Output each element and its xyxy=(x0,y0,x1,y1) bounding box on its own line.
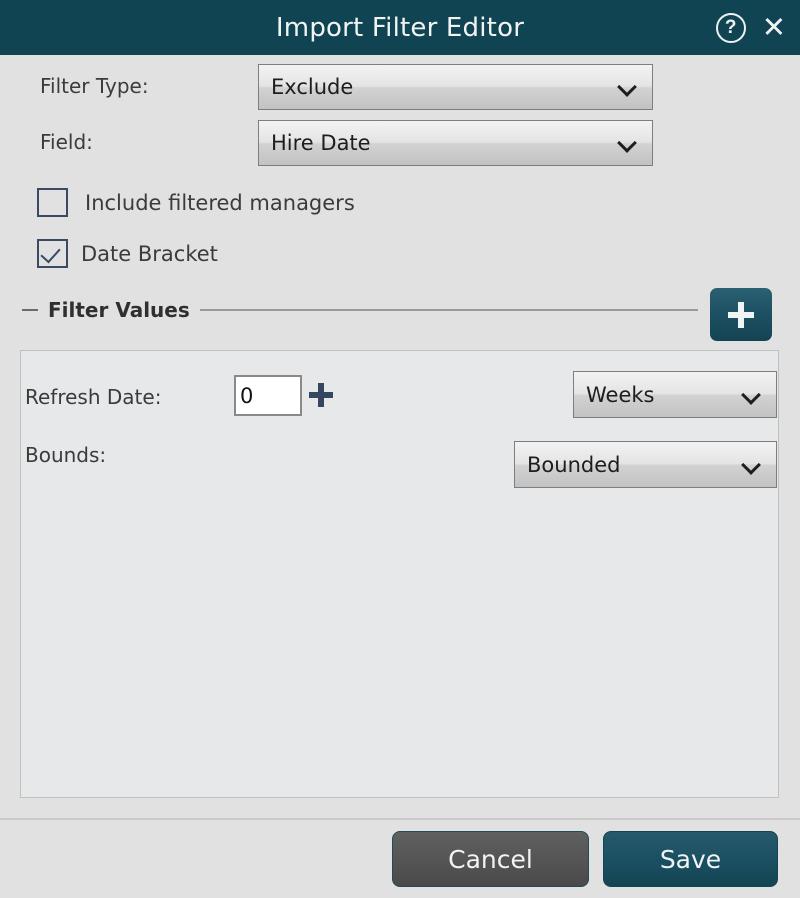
checkbox-box-unchecked-icon xyxy=(37,188,68,217)
bounds-label: Bounds: xyxy=(25,443,107,467)
include-filtered-managers-checkbox[interactable]: Include filtered managers xyxy=(37,188,355,217)
close-icon: ✕ xyxy=(761,10,786,44)
help-circle-icon: ? xyxy=(715,12,746,43)
refresh-date-unit-value: Weeks xyxy=(586,382,655,407)
import-filter-editor-dialog: Import Filter Editor ? ✕ Filter Type: Ex… xyxy=(0,0,800,898)
filter-values-section-header: Filter Values xyxy=(22,294,698,326)
filter-type-label: Filter Type: xyxy=(40,74,149,98)
close-button[interactable]: ✕ xyxy=(762,13,786,42)
chevron-down-icon xyxy=(618,133,638,153)
refresh-date-unit-select[interactable]: Weeks xyxy=(573,371,777,418)
filter-values-title: Filter Values xyxy=(48,298,190,322)
section-divider xyxy=(199,309,698,311)
checkbox-box-checked-icon xyxy=(37,239,68,268)
refresh-date-label: Refresh Date: xyxy=(25,385,162,409)
filter-type-value: Exclude xyxy=(271,75,354,99)
add-filter-value-button[interactable] xyxy=(710,288,772,341)
chevron-down-icon xyxy=(618,77,638,97)
include-filtered-managers-label: Include filtered managers xyxy=(85,190,355,215)
bounds-value: Bounded xyxy=(527,452,621,477)
plus-icon xyxy=(728,301,754,328)
minus-collapse-icon[interactable] xyxy=(22,309,38,311)
chevron-down-icon xyxy=(742,385,762,405)
cancel-button[interactable]: Cancel xyxy=(392,831,589,887)
footer-actions: Cancel Save xyxy=(0,820,800,898)
save-button[interactable]: Save xyxy=(603,831,778,887)
help-button[interactable]: ? xyxy=(715,12,746,43)
refresh-date-input[interactable] xyxy=(234,375,302,416)
date-bracket-label: Date Bracket xyxy=(81,241,218,266)
field-select[interactable]: Hire Date xyxy=(258,120,653,166)
page-title: Import Filter Editor xyxy=(275,12,525,43)
title-bar-actions: ? ✕ xyxy=(715,0,786,55)
date-bracket-checkbox[interactable]: Date Bracket xyxy=(37,239,218,268)
chevron-down-icon xyxy=(742,455,762,475)
bounds-select[interactable]: Bounded xyxy=(514,441,777,488)
field-label: Field: xyxy=(40,130,93,154)
filter-type-select[interactable]: Exclude xyxy=(258,64,653,110)
title-bar: Import Filter Editor ? ✕ xyxy=(0,0,800,55)
field-value: Hire Date xyxy=(271,131,371,155)
